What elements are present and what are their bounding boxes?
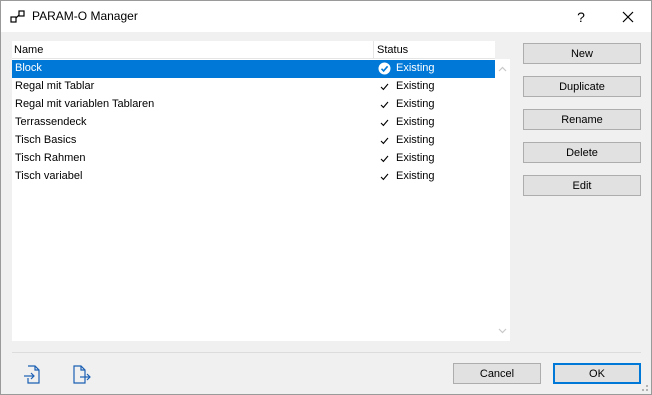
column-header-name[interactable]: Name <box>14 44 43 56</box>
row-status: Existing <box>396 134 435 146</box>
row-name: Tisch variabel <box>15 170 83 182</box>
import-file-icon[interactable] <box>23 365 41 384</box>
edit-button[interactable]: Edit <box>523 175 641 196</box>
cancel-button[interactable]: Cancel <box>453 363 541 384</box>
column-header-status[interactable]: Status <box>377 44 408 56</box>
param-o-manager-dialog: PARAM-O Manager ? Name Status Block Exis… <box>0 0 652 395</box>
check-icon <box>380 119 389 127</box>
duplicate-button[interactable]: Duplicate <box>523 76 641 97</box>
row-name: Regal mit variablen Tablaren <box>15 98 155 110</box>
row-status: Existing <box>396 80 435 92</box>
title-bar: PARAM-O Manager ? <box>1 1 651 32</box>
row-status: Existing <box>396 152 435 164</box>
row-status: Existing <box>396 62 435 74</box>
row-status: Existing <box>396 98 435 110</box>
row-name: Regal mit Tablar <box>15 80 95 92</box>
close-button[interactable] <box>605 1 651 32</box>
ok-button[interactable]: OK <box>553 363 641 384</box>
check-icon <box>380 155 389 163</box>
footer-divider <box>12 352 641 353</box>
list-scrollbar[interactable] <box>495 59 510 341</box>
list-rows: Block Existing Regal mit Tablar Existing… <box>12 60 495 186</box>
scroll-down-arrow-icon[interactable] <box>498 326 507 335</box>
row-status: Existing <box>396 116 435 128</box>
row-name: Block <box>15 62 42 74</box>
check-icon <box>380 101 389 109</box>
delete-button[interactable]: Delete <box>523 142 641 163</box>
row-status: Existing <box>396 170 435 182</box>
help-button[interactable]: ? <box>558 1 604 32</box>
param-o-app-icon <box>10 10 25 23</box>
check-icon <box>380 137 389 145</box>
list-header: Name Status <box>12 41 495 59</box>
resize-grip-icon[interactable] <box>639 382 649 392</box>
check-circle-icon <box>378 62 391 75</box>
row-name: Tisch Basics <box>15 134 77 146</box>
list-row[interactable]: Tisch Rahmen Existing <box>12 150 495 168</box>
list-row[interactable]: Terrassendeck Existing <box>12 114 495 132</box>
list-row[interactable]: Tisch variabel Existing <box>12 168 495 186</box>
check-icon <box>380 173 389 181</box>
scroll-up-arrow-icon[interactable] <box>498 65 507 74</box>
check-icon <box>380 83 389 91</box>
row-name: Terrassendeck <box>15 116 87 128</box>
rename-button[interactable]: Rename <box>523 109 641 130</box>
row-name: Tisch Rahmen <box>15 152 86 164</box>
list-row[interactable]: Regal mit Tablar Existing <box>12 78 495 96</box>
list-row[interactable]: Regal mit variablen Tablaren Existing <box>12 96 495 114</box>
list-row[interactable]: Block Existing <box>12 60 495 78</box>
list-row[interactable]: Tisch Basics Existing <box>12 132 495 150</box>
export-file-icon[interactable] <box>73 365 91 384</box>
new-button[interactable]: New <box>523 43 641 64</box>
window-title: PARAM-O Manager <box>32 9 138 23</box>
column-separator[interactable] <box>373 41 374 59</box>
close-icon <box>622 11 634 22</box>
param-o-object-list[interactable]: Name Status Block Existing Regal mit Tab… <box>12 41 495 341</box>
